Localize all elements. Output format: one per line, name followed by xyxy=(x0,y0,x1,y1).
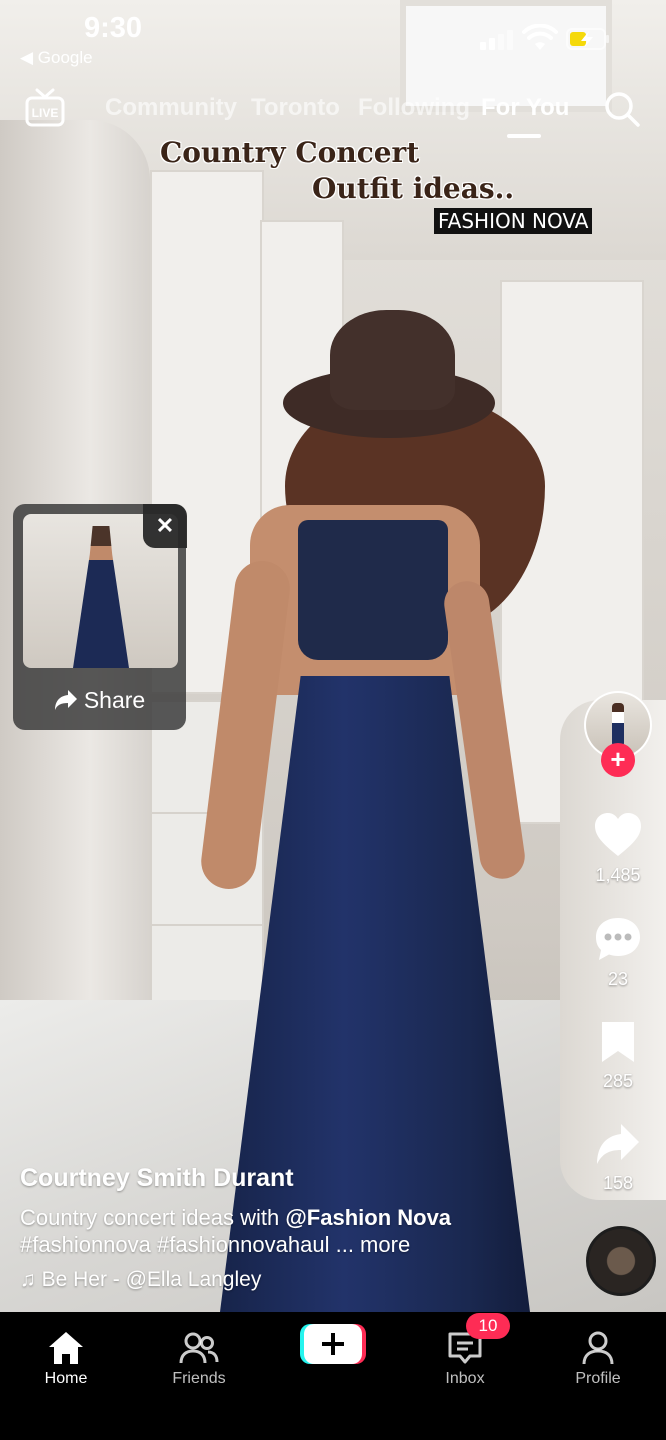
hashtags[interactable]: #fashionnova #fashionnovahaul xyxy=(20,1232,329,1257)
close-popup-button[interactable]: ✕ xyxy=(143,504,187,548)
video-description[interactable]: Country concert ideas with @Fashion Nova… xyxy=(20,1204,560,1258)
video-hat-crown xyxy=(330,310,455,410)
share-count: 158 xyxy=(602,1173,634,1193)
mention-link[interactable]: @Fashion Nova xyxy=(285,1205,451,1230)
inbox-notification-badge: 10 xyxy=(466,1313,510,1339)
profile-icon xyxy=(582,1331,614,1365)
wifi-icon xyxy=(522,24,558,50)
share-label: Share xyxy=(83,686,146,713)
comment-count: 23 xyxy=(607,969,629,989)
avatar-figure xyxy=(612,703,624,747)
status-bar: 9:30 ◀ Google xyxy=(0,0,666,80)
back-to-app-link[interactable]: ◀ Google xyxy=(20,48,93,68)
music-info[interactable]: ♫ Be Her - @Ella Langley xyxy=(20,1268,261,1292)
live-tv-icon[interactable]: LIVE xyxy=(25,88,65,128)
video-denim-top xyxy=(298,520,448,660)
more-link[interactable]: ... more xyxy=(336,1232,411,1257)
friends-icon xyxy=(179,1332,219,1364)
nav-profile[interactable]: Profile xyxy=(543,1330,653,1388)
comment-bubble-icon xyxy=(596,918,640,960)
create-plus-button[interactable] xyxy=(300,1322,366,1366)
description-text: Country concert ideas with xyxy=(20,1205,286,1230)
heart-icon xyxy=(595,813,641,856)
svg-text:LIVE: LIVE xyxy=(32,106,59,120)
save-count: 285 xyxy=(602,1071,634,1091)
nav-friends[interactable]: Friends xyxy=(144,1330,254,1388)
video-caption-line2: Outfit ideas.. xyxy=(312,172,515,205)
tab-toronto[interactable]: Toronto xyxy=(251,94,340,122)
nav-profile-label: Profile xyxy=(575,1370,621,1387)
tiktok-screen: Country Concert Outfit ideas.. FASHION N… xyxy=(0,0,666,1440)
like-count: 1,485 xyxy=(595,865,641,885)
tab-for-you[interactable]: For You xyxy=(481,94,569,122)
save-button[interactable]: 285 xyxy=(578,1020,658,1092)
status-time: 9:30 xyxy=(84,12,143,44)
nav-home-label: Home xyxy=(44,1370,88,1387)
active-tab-indicator xyxy=(507,134,541,138)
nav-home[interactable]: Home xyxy=(11,1330,121,1388)
search-icon[interactable] xyxy=(603,90,641,128)
tab-following[interactable]: Following xyxy=(358,94,470,122)
share-icon xyxy=(597,1124,639,1164)
share-arrow-icon xyxy=(54,690,77,710)
music-disc-icon[interactable] xyxy=(586,1226,656,1296)
share-action-button[interactable]: 158 xyxy=(578,1122,658,1194)
video-caption-line3: FASHION NOVA xyxy=(434,208,593,234)
video-caption-line1: Country Concert xyxy=(160,136,420,169)
nav-inbox-label: Inbox xyxy=(445,1370,485,1387)
nav-inbox[interactable]: Inbox xyxy=(410,1330,520,1388)
cellular-signal-icon xyxy=(480,30,513,50)
battery-icon xyxy=(566,28,609,50)
bookmark-icon xyxy=(602,1022,634,1062)
comment-button[interactable]: 23 xyxy=(578,916,658,990)
share-button[interactable]: Share xyxy=(13,680,186,720)
nav-friends-label: Friends xyxy=(172,1370,226,1387)
thumbnail-figure xyxy=(73,526,129,668)
follow-button[interactable]: + xyxy=(601,743,635,777)
like-button[interactable]: 1,485 xyxy=(578,812,658,886)
tab-community[interactable]: Community xyxy=(105,94,237,122)
author-name[interactable]: Courtney Smith Durant xyxy=(20,1164,294,1193)
bottom-nav: Home Friends Inbox Profile xyxy=(0,1312,666,1440)
home-icon xyxy=(49,1332,83,1364)
